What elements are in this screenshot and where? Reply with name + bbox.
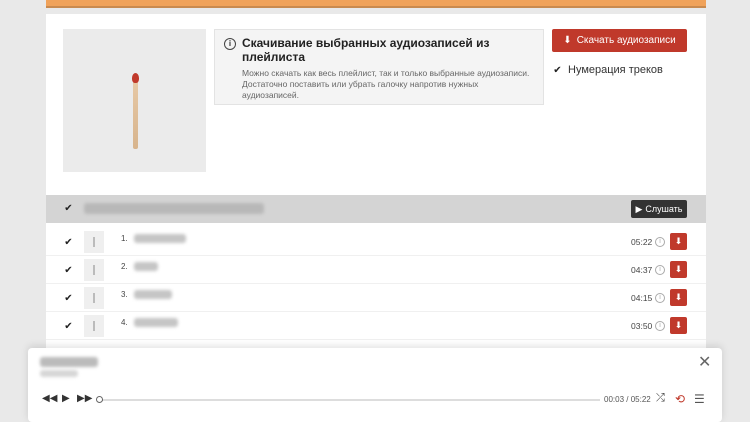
next-track-icon[interactable]: ▶▶ [77, 393, 92, 404]
repeat-icon[interactable]: ⟲ [675, 392, 685, 406]
info-text: Можно скачать как весь плейлист, так и т… [242, 68, 530, 100]
track-info-icon[interactable]: i [655, 321, 665, 331]
track-duration: 05:22 [631, 237, 653, 247]
track-title-blurred [134, 318, 178, 327]
track-row[interactable]: ✔ 3. 04:15 i ⬇ [46, 284, 706, 312]
track-title-blurred [134, 290, 172, 299]
track-info-icon[interactable]: i [655, 265, 665, 275]
track-number: 3. [121, 290, 128, 299]
drag-handle-icon[interactable] [84, 287, 104, 309]
track-info-icon[interactable]: i [655, 293, 665, 303]
track-download-button[interactable]: ⬇ [670, 289, 687, 306]
track-row[interactable]: ✔ 4. 03:50 i ⬇ [46, 312, 706, 340]
track-download-button[interactable]: ⬇ [670, 261, 687, 278]
progress-knob[interactable] [96, 396, 103, 403]
progress-bar[interactable] [98, 399, 600, 401]
shuffle-icon[interactable]: ⤮ [656, 392, 665, 405]
playlist-title-blurred [84, 203, 264, 214]
track-duration: 04:37 [631, 265, 653, 275]
playlist-header: ✔ ▶ Слушать [46, 195, 706, 223]
download-button[interactable]: ⬇ Скачать аудиозаписи [552, 29, 687, 52]
info-box: i Скачивание выбранных аудиозаписей из п… [214, 29, 544, 105]
track-title-blurred [134, 262, 158, 271]
track-number: 2. [121, 262, 128, 271]
track-checkbox[interactable]: ✔ [63, 237, 74, 248]
track-info-icon[interactable]: i [655, 237, 665, 247]
previous-track-icon[interactable]: ◀◀ [42, 393, 57, 404]
track-checkbox[interactable]: ✔ [63, 321, 74, 332]
info-title: Скачивание выбранных аудиозаписей из пле… [242, 36, 490, 64]
select-all-checkbox[interactable]: ✔ [63, 203, 74, 214]
track-checkbox[interactable]: ✔ [63, 293, 74, 304]
track-row[interactable]: ✔ 1. 05:22 i ⬇ [46, 228, 706, 256]
drag-handle-icon[interactable] [84, 315, 104, 337]
track-row[interactable]: ✔ 2. 04:37 i ⬇ [46, 256, 706, 284]
download-arrow-icon: ⬇ [563, 35, 572, 46]
current-time: 00:03 [604, 395, 625, 404]
listen-button[interactable]: ▶ Слушать [631, 200, 687, 218]
track-download-button[interactable]: ⬇ [670, 317, 687, 334]
audio-player: ✕ ◀◀ ▶ ▶▶ 00:03 / 05:22 ⤮ ⟲ ☰ [28, 348, 722, 422]
cover-image [132, 73, 139, 149]
close-icon[interactable]: ✕ [698, 352, 711, 372]
player-track-title-blurred [40, 357, 98, 367]
play-icon: ▶ [635, 203, 643, 214]
playlist-list-icon[interactable]: ☰ [694, 392, 705, 406]
playlist-cover [63, 29, 206, 172]
drag-handle-icon[interactable] [84, 259, 104, 281]
total-time: 05:22 [630, 395, 651, 404]
numbering-toggle[interactable]: ✔ Нумерация треков [552, 64, 663, 76]
track-number: 4. [121, 318, 128, 327]
time-separator: / [626, 395, 629, 404]
top-banner [46, 0, 706, 8]
track-download-button[interactable]: ⬇ [670, 233, 687, 250]
drag-handle-icon[interactable] [84, 231, 104, 253]
player-track-artist-blurred [40, 370, 78, 377]
play-pause-icon[interactable]: ▶ [62, 393, 70, 404]
track-checkbox[interactable]: ✔ [63, 265, 74, 276]
numbering-label: Нумерация треков [568, 64, 663, 76]
track-duration: 03:50 [631, 321, 653, 331]
numbering-checkbox[interactable]: ✔ [552, 65, 563, 76]
download-button-label: Скачать аудиозаписи [576, 35, 676, 46]
time-display: 00:03 / 05:22 [604, 395, 651, 404]
track-duration: 04:15 [631, 293, 653, 303]
track-title-blurred [134, 234, 186, 243]
info-icon: i [224, 38, 236, 50]
track-number: 1. [121, 234, 128, 243]
listen-button-label: Слушать [645, 204, 683, 214]
